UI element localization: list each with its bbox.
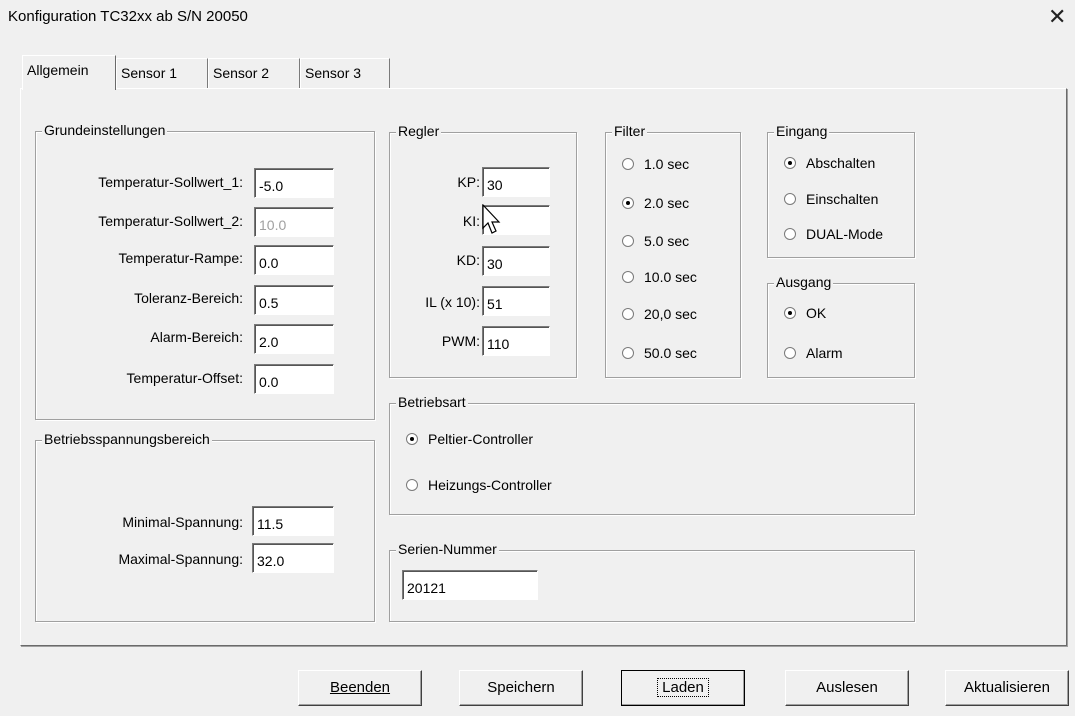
mouse-cursor-icon	[482, 204, 501, 234]
aktualisieren-button-label: Aktualisieren	[964, 679, 1050, 696]
grundeinstellungen-legend: Grundeinstellungen	[42, 122, 168, 138]
tab-sensor-2[interactable]: Sensor 2	[208, 58, 300, 88]
close-icon[interactable]: ✕	[1048, 4, 1066, 30]
aktualisieren-button[interactable]: Aktualisieren	[945, 670, 1069, 706]
betriebsspannung-legend: Betriebsspannungsbereich	[42, 431, 212, 447]
filter-group: Filter	[605, 123, 741, 378]
tab-sensor-3[interactable]: Sensor 3	[300, 58, 390, 88]
tab-allgemein[interactable]: Allgemein	[22, 55, 116, 90]
betriebsart-group: Betriebsart	[389, 394, 915, 515]
eingang-group: Eingang	[767, 123, 915, 258]
beenden-button-label: Beenden	[329, 679, 391, 696]
beenden-button[interactable]: Beenden	[298, 670, 422, 706]
seriennummer-legend: Serien-Nummer	[396, 541, 499, 557]
speichern-button[interactable]: Speichern	[459, 670, 583, 706]
eingang-legend: Eingang	[774, 123, 830, 139]
speichern-button-label: Speichern	[487, 679, 555, 696]
window-title: Konfiguration TC32xx ab S/N 20050	[8, 8, 248, 25]
grundeinstellungen-group: Grundeinstellungen	[35, 122, 375, 420]
regler-legend: Regler	[396, 123, 442, 139]
auslesen-button[interactable]: Auslesen	[785, 670, 909, 706]
seriennummer-group: Serien-Nummer	[389, 541, 915, 622]
betriebsart-legend: Betriebsart	[396, 394, 468, 410]
ausgang-group: Ausgang	[767, 274, 915, 378]
auslesen-button-label: Auslesen	[816, 679, 878, 696]
betriebsspannung-group: Betriebsspannungsbereich	[35, 431, 375, 622]
ausgang-legend: Ausgang	[774, 274, 834, 290]
tab-sensor-1[interactable]: Sensor 1	[116, 58, 208, 88]
laden-button-label: Laden	[657, 678, 709, 697]
regler-group: Regler	[389, 123, 577, 378]
filter-legend: Filter	[612, 123, 648, 139]
laden-button[interactable]: Laden	[621, 670, 745, 706]
